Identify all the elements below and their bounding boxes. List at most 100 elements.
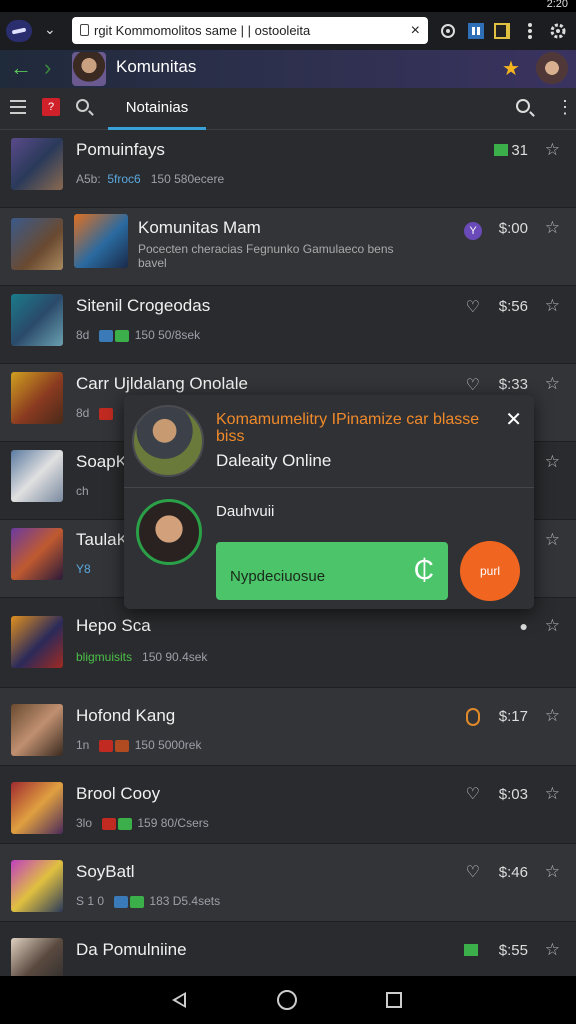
url-text: rgit Kommomolitos same | | ostooleita <box>94 23 311 38</box>
star-icon[interactable]: ☆ <box>545 706 560 726</box>
item-name: SoyBatl <box>76 862 135 881</box>
community-avatar[interactable] <box>72 52 106 86</box>
list-item[interactable]: Hepo Sca bligmuisits 150 90.4sek ● ☆ <box>0 598 576 688</box>
item-thumbnail-2 <box>74 214 128 268</box>
item-price: $:56 <box>498 298 528 315</box>
search-icon[interactable] <box>76 99 89 112</box>
item-name: Carr Ujldalang Onolale <box>76 374 248 393</box>
star-icon[interactable]: ☆ <box>545 862 560 882</box>
primary-action-label: Nypdeciuosue <box>230 568 326 585</box>
tab-notifications[interactable]: Notainias <box>108 88 206 130</box>
popup-subtitle: Daleaity Online <box>216 451 332 470</box>
star-icon[interactable]: ☆ <box>545 218 560 238</box>
list-item[interactable]: Hofond Kang 1n 150 5000rek $:17 ☆ <box>0 688 576 766</box>
item-price: $:03 <box>498 786 528 803</box>
hamburger-menu-icon[interactable] <box>10 100 26 114</box>
reader-icon[interactable] <box>492 21 512 41</box>
item-name: SoapK <box>76 452 128 471</box>
heart-icon[interactable]: ♡ <box>466 375 480 395</box>
currency-icon: ₵ <box>413 554 434 585</box>
system-nav-bar <box>0 976 576 1024</box>
item-name: Pomuinfays <box>76 140 165 159</box>
star-icon[interactable]: ☆ <box>545 452 560 472</box>
more-vertical-icon[interactable] <box>520 21 540 41</box>
heart-icon[interactable]: ♡ <box>466 297 480 317</box>
address-bar[interactable]: rgit Kommomolitos same | | ostooleita × <box>72 17 428 44</box>
user-avatar[interactable] <box>536 52 568 84</box>
popup-title: Komamumelitry IPinamize car blasse biss <box>216 411 480 445</box>
item-meta: ch <box>76 484 89 498</box>
item-price: $:55 <box>498 942 528 959</box>
nav-back-icon[interactable] <box>168 990 188 1010</box>
item-name: TaulaK <box>76 530 128 549</box>
site-logo-icon[interactable] <box>6 20 32 42</box>
popup-avatar <box>132 405 204 477</box>
nav-home-icon[interactable] <box>277 990 297 1010</box>
list-item[interactable]: Brool Cooy 3lo 159 80/Csers ♡ $:03 ☆ <box>0 766 576 844</box>
more-vertical-icon[interactable]: ⋮ <box>556 98 574 116</box>
item-name: Brool Cooy <box>76 784 161 803</box>
close-icon[interactable]: ✕ <box>505 407 522 432</box>
item-thumbnail <box>11 938 63 976</box>
status-badge <box>494 144 508 156</box>
star-icon[interactable]: ☆ <box>545 296 560 316</box>
item-meta: S 1 0 183 D5.4sets <box>76 894 221 908</box>
notification-badge[interactable]: ? <box>42 98 60 116</box>
item-thumbnail <box>11 138 63 190</box>
star-icon[interactable]: ☆ <box>545 940 560 960</box>
item-thumbnail <box>11 528 63 580</box>
list-item[interactable]: Komunitas Mam Pocecten cheracias Fegnunk… <box>0 208 576 286</box>
clear-url-icon[interactable]: × <box>411 17 420 44</box>
item-meta: 3lo 159 80/Csers <box>76 816 209 830</box>
browser-toolbar: ⌄ rgit Kommomolitos same | | ostooleita … <box>0 12 576 50</box>
shield-icon <box>466 708 480 726</box>
app-title: Komunitas <box>116 57 197 76</box>
lock-icon <box>80 24 89 36</box>
item-thumbnail <box>11 782 63 834</box>
favorite-star-icon[interactable]: ★ <box>502 56 520 81</box>
item-thumbnail <box>11 616 63 668</box>
item-name: Hepo Sca <box>76 616 151 635</box>
list-item[interactable]: Da Pomulniine $:55 ☆ <box>0 922 576 976</box>
item-description: Pocecten cheracias Fegnunko Gamulaeco be… <box>138 242 394 270</box>
star-icon[interactable]: ☆ <box>545 616 560 636</box>
search-icon-right[interactable] <box>516 99 530 113</box>
item-thumbnail <box>11 450 63 502</box>
secondary-action-button[interactable]: purl <box>460 541 520 601</box>
star-icon[interactable]: ☆ <box>545 530 560 550</box>
item-meta: A5b: 5froc6 150 580ecere <box>76 172 225 186</box>
tabs-icon[interactable] <box>466 21 486 41</box>
heart-icon[interactable]: ♡ <box>466 862 480 882</box>
list-item[interactable]: Sitenil Crogeodas 8d 150 50/8sek ♡ $:56 … <box>0 286 576 364</box>
list-item[interactable]: Pomuinfays A5b: 5froc6 150 580ecere 31 ☆ <box>0 130 576 208</box>
star-icon[interactable]: ☆ <box>545 374 560 394</box>
item-price: $:17 <box>498 708 528 725</box>
community-popup: Komamumelitry IPinamize car blasse biss … <box>124 395 534 609</box>
item-price: $:00 <box>498 220 528 237</box>
status-badge <box>464 944 478 956</box>
item-thumbnail <box>11 372 63 424</box>
refresh-icon[interactable] <box>438 21 458 41</box>
item-price: $:33 <box>498 376 528 393</box>
item-price: $:46 <box>498 864 528 881</box>
primary-action-button[interactable]: Nypdeciuosue ₵ <box>216 542 448 600</box>
item-name: Hofond Kang <box>76 706 176 725</box>
item-meta: 8d <box>76 406 115 420</box>
item-name: Da Pomulniine <box>76 940 187 959</box>
forward-arrow-icon[interactable]: › <box>44 55 51 81</box>
nav-recents-icon[interactable] <box>386 992 402 1008</box>
divider <box>124 487 534 488</box>
status-time: 2:20 <box>546 0 568 10</box>
y-badge-icon: Y <box>464 222 482 240</box>
app-header: ← › Komunitas ★ <box>0 50 576 88</box>
star-icon[interactable]: ☆ <box>545 784 560 804</box>
settings-icon[interactable] <box>548 21 568 41</box>
list-item[interactable]: SoyBatl S 1 0 183 D5.4sets ♡ $:46 ☆ <box>0 844 576 922</box>
star-icon[interactable]: ☆ <box>545 140 560 160</box>
heart-icon[interactable]: ♡ <box>466 784 480 804</box>
back-arrow-icon[interactable]: ← <box>10 55 32 81</box>
item-meta: 1n 150 5000rek <box>76 738 202 752</box>
chevron-down-icon[interactable]: ⌄ <box>44 21 56 38</box>
item-meta: bligmuisits 150 90.4sek <box>76 650 208 664</box>
item-name: Komunitas Mam <box>138 218 261 237</box>
